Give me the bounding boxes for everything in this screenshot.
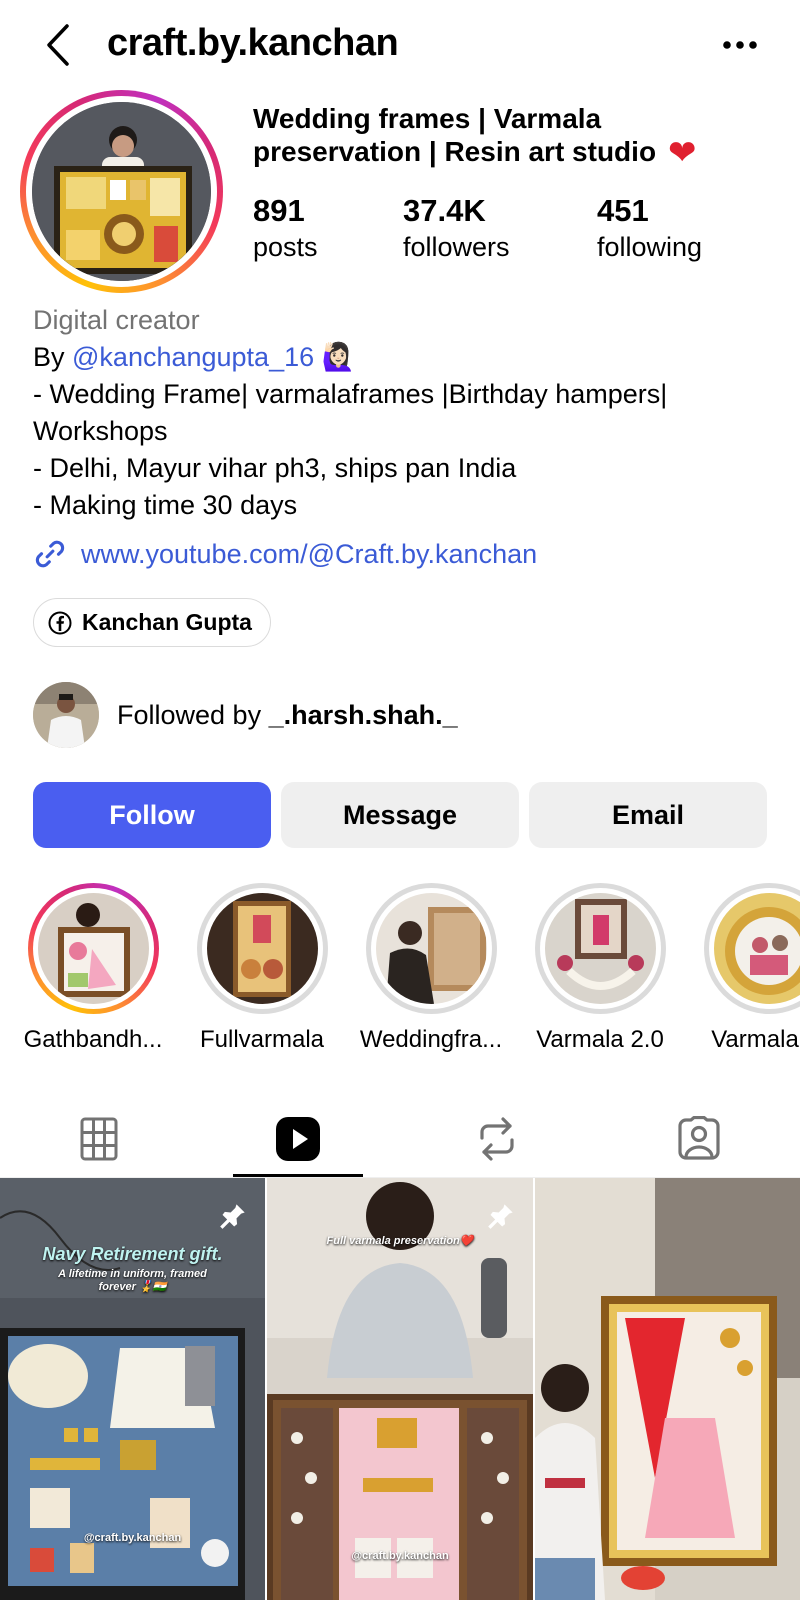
stat-posts-label: posts (253, 232, 318, 262)
stat-followers[interactable]: 37.4K followers (403, 192, 510, 264)
bio-mention-link[interactable]: @kanchangupta_16 (72, 342, 314, 372)
email-button[interactable]: Email (529, 782, 767, 848)
more-dots-icon (723, 41, 757, 49)
highlight-label: Weddingfra... (359, 1026, 503, 1053)
back-button[interactable] (38, 22, 78, 68)
tab-reposts[interactable] (432, 1100, 562, 1178)
bio-line-making-time: - Making time 30 days (33, 490, 298, 520)
facebook-profile-chip[interactable]: Kanchan Gupta (33, 598, 271, 647)
raising-hand-emoji: 🙋🏻‍♀️ (321, 342, 356, 372)
highlight-cover (713, 893, 800, 1004)
stat-followers-count: 37.4K (403, 193, 486, 228)
highlight-cover (206, 893, 318, 1004)
story-highlights: Gathbandh... Fullvarmala Weddingfra... V… (0, 883, 800, 1058)
followed-by-username: _.harsh.shah._ (268, 699, 458, 730)
stat-following-count: 451 (597, 193, 649, 228)
followed-by-row[interactable]: Followed by _.harsh.shah._ (33, 682, 458, 748)
pin-icon (220, 1204, 245, 1229)
tab-reels[interactable] (233, 1100, 363, 1178)
follow-button[interactable]: Follow (33, 782, 271, 848)
repost-icon (480, 1117, 514, 1161)
reel-title: Full varmala preservation❤️ (326, 1235, 474, 1247)
reel-watermark: @craft.by.kanchan (351, 1550, 449, 1562)
link-icon (35, 540, 65, 568)
reel-watermark: @craft.by.kanchan (83, 1532, 182, 1544)
message-button[interactable]: Message (281, 782, 519, 848)
profile-headline: Wedding frames | Varmala preservation | … (253, 102, 773, 170)
highlight-label: Gathbandh... (23, 1026, 163, 1053)
followed-by-text: Followed by _.harsh.shah._ (117, 700, 458, 731)
reel-thumbnail[interactable]: Full varmala preservation❤️ @craft.by.ka… (267, 1178, 533, 1600)
bio-by-line: By @kanchangupta_16 🙋🏻‍♀️ (33, 339, 783, 376)
profile-username: craft.by.kanchan (107, 22, 399, 64)
highlight-item[interactable]: Varmala re (684, 883, 800, 1054)
profile-avatar[interactable] (20, 90, 223, 293)
follower-avatar (33, 682, 99, 748)
reel-thumbnail[interactable] (535, 1178, 800, 1600)
bio-line-location: - Delhi, Mayur vihar ph3, ships pan Indi… (33, 453, 517, 483)
highlight-item[interactable]: Varmala 2.0 (515, 883, 685, 1054)
highlight-cover (544, 893, 656, 1004)
headline-text: Wedding frames | Varmala preservation | … (253, 103, 657, 167)
followed-by-prefix: Followed by (117, 699, 269, 730)
stat-following-label: following (597, 232, 703, 262)
more-options-button[interactable] (718, 30, 762, 60)
bio-line-services: - Wedding Frame| varmalaframes |Birthday… (33, 379, 668, 446)
bio-by-prefix: By (33, 342, 73, 372)
tab-tagged[interactable] (634, 1100, 764, 1178)
highlight-label: Fullvarmala (199, 1026, 325, 1053)
chevron-left-icon (47, 24, 69, 66)
active-tab-indicator (233, 1174, 363, 1177)
facebook-icon (48, 611, 72, 634)
profile-content-tabs (0, 1100, 800, 1178)
avatar-photo (32, 102, 211, 281)
profile-header: craft.by.kanchan (0, 0, 800, 90)
highlight-item[interactable]: Weddingfra... (346, 883, 516, 1054)
bio-external-link[interactable]: www.youtube.com/@Craft.by.kanchan (33, 534, 537, 574)
reel-title: Navy Retirement gift. (42, 1244, 223, 1264)
grid-icon (80, 1117, 118, 1161)
facebook-chip-label: Kanchan Gupta (82, 609, 252, 635)
reel-thumbnail[interactable]: Navy Retirement gift. A lifetime in unif… (0, 1178, 265, 1600)
highlight-item[interactable]: Fullvarmala (177, 883, 347, 1054)
reels-icon (276, 1117, 320, 1161)
heart-emoji: ❤ (668, 134, 697, 172)
stat-following[interactable]: 451 following (597, 192, 702, 264)
highlight-cover (375, 893, 487, 1004)
highlight-item[interactable]: Gathbandh... (8, 883, 178, 1054)
link-url: www.youtube.com/@Craft.by.kanchan (81, 538, 538, 569)
highlight-cover (37, 893, 149, 1004)
stat-posts[interactable]: 891 posts (253, 192, 318, 264)
profile-bio: Digital creator By @kanchangupta_16 🙋🏻‍♀… (33, 302, 783, 524)
highlight-label: Varmala 2.0 (536, 1026, 664, 1053)
highlight-label: Varmala re (711, 1026, 800, 1053)
stat-posts-count: 891 (253, 193, 305, 228)
reel-subtitle: A lifetime in uniform, framed forever 🎖️… (58, 1268, 207, 1293)
reels-grid: Navy Retirement gift. A lifetime in unif… (0, 1178, 800, 1600)
pin-icon (488, 1204, 513, 1229)
tagged-icon (678, 1116, 720, 1160)
tab-posts-grid[interactable] (34, 1100, 164, 1178)
stat-followers-label: followers (403, 232, 510, 262)
bio-category: Digital creator (33, 305, 200, 335)
